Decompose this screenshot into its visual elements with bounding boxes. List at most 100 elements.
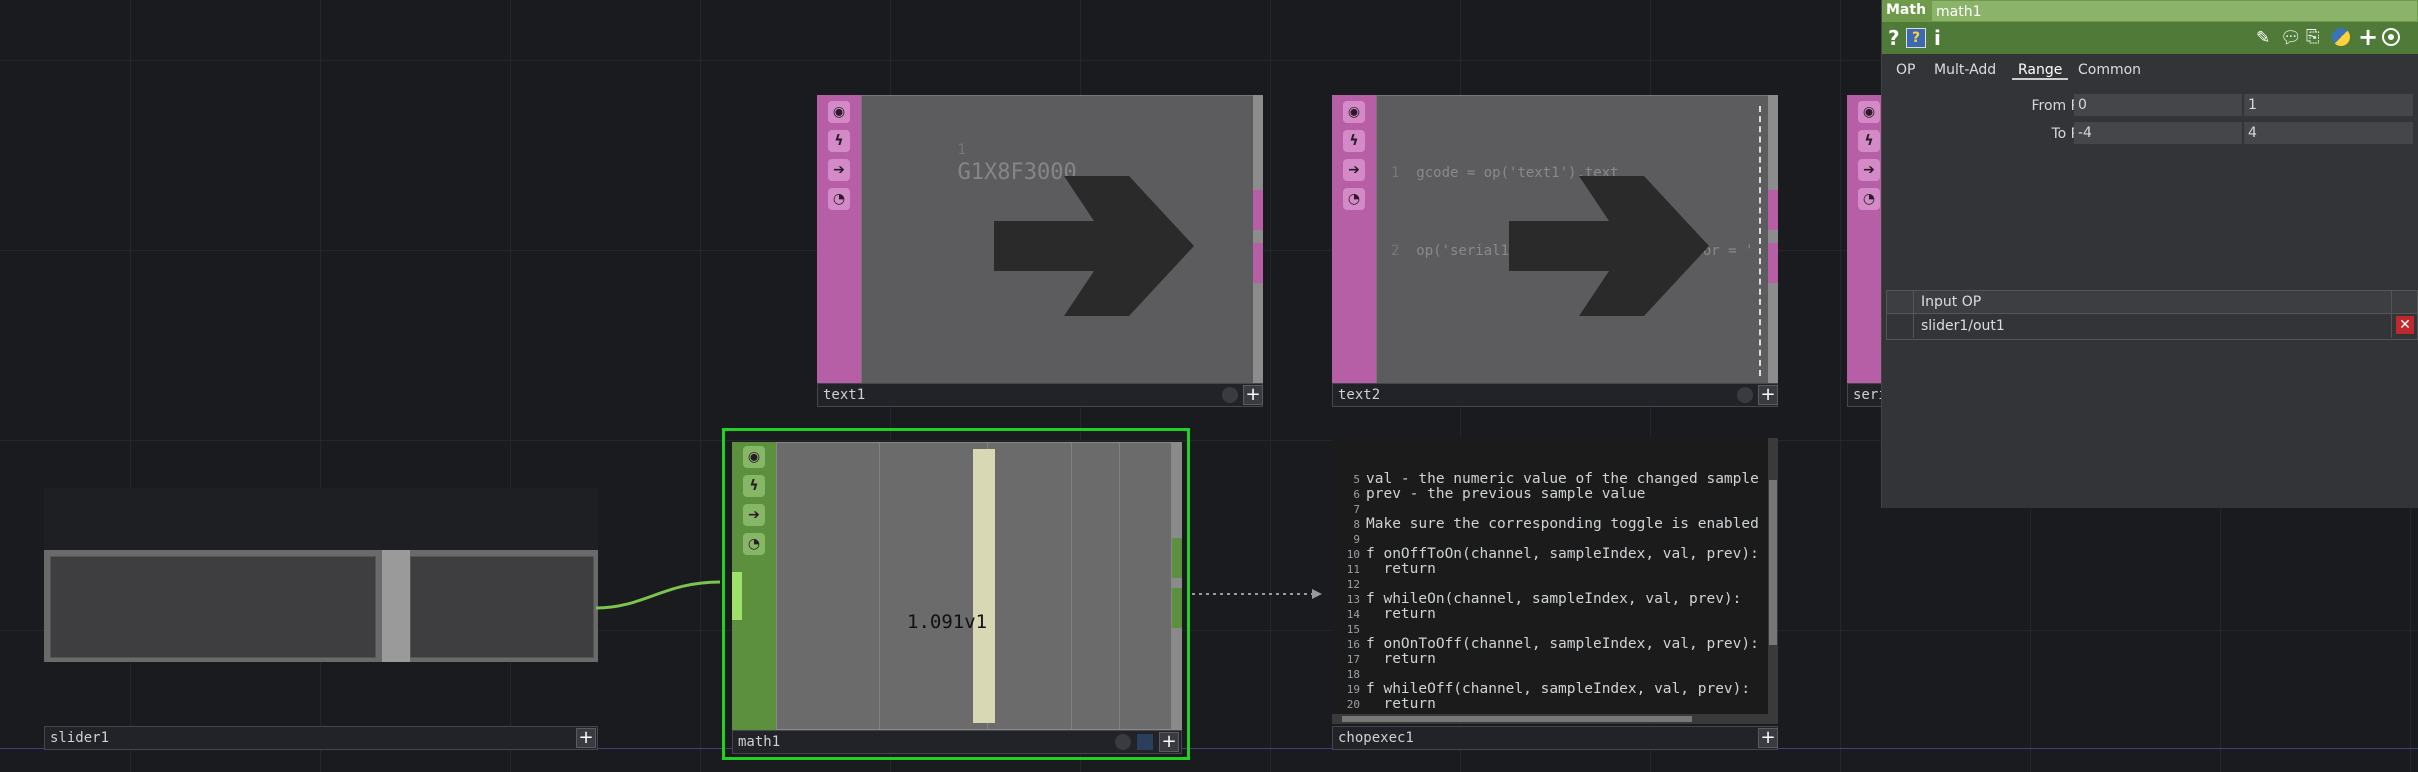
to-range-field-2[interactable]: 4 (2244, 122, 2413, 144)
info-icon[interactable]: i (1934, 26, 1941, 50)
text1-node[interactable]: ◉ ϟ ➔ ◔ 1 G1X8F3000 text1 + (817, 95, 1263, 407)
math1-viewer[interactable]: 1.091v1 (776, 442, 1172, 730)
render-icon[interactable]: ◔ (1858, 188, 1880, 210)
expand-button[interactable]: + (1758, 385, 1778, 405)
line-text: Make sure the corresponding toggle is en… (1366, 516, 1759, 532)
slider1-label[interactable]: slider1 (44, 726, 598, 750)
text2-scrollbar[interactable] (1768, 95, 1778, 385)
line-number: 13 (1346, 593, 1360, 606)
line-number: 1 (957, 142, 966, 158)
lock-icon[interactable]: ϟ (743, 475, 765, 497)
text2-viewer[interactable]: 1 gcode = op('text1').text 2 op('serial1… (1376, 95, 1778, 385)
line-text: f onOnToOff(channel, sampleIndex, val, p… (1366, 636, 1759, 652)
code-line: 15 (1332, 622, 1776, 637)
bypass-icon[interactable]: ◉ (1343, 101, 1365, 123)
chopexec1-node[interactable]: 5 val - the numeric value of the changed … (1332, 438, 1778, 750)
parameter-panel: Math math1 ? ? i ✎ 💬︎ ⎘ + OP Mult-Add Ra… (1881, 0, 2418, 508)
math1-node[interactable]: ◉ ϟ ➔ ◔ 1.091v1 math1 + (722, 428, 1190, 760)
code-line: 16 f onOnToOff(channel, sampleIndex, val,… (1332, 637, 1776, 652)
python-icon[interactable] (2332, 28, 2350, 46)
text2-label[interactable]: text2 (1332, 383, 1778, 407)
chopexec1-viewer[interactable]: 5 val - the numeric value of the changed … (1332, 438, 1778, 724)
help-icon[interactable]: ? (1888, 26, 1900, 50)
arrow-icon (1509, 176, 1709, 316)
viewer-toggle-icon[interactable] (1115, 734, 1131, 750)
math1-scrollbar[interactable] (1172, 442, 1182, 730)
python-help-icon[interactable]: ? (1906, 28, 1926, 48)
edit-icon[interactable]: ✎ (2256, 28, 2270, 48)
text2-node[interactable]: ◉ ϟ ➔ ◔ 1 gcode = op('text1').text 2 op(… (1332, 95, 1778, 407)
add-icon[interactable]: + (2358, 23, 2378, 51)
lock-icon[interactable]: ϟ (1858, 130, 1880, 152)
math1-sidebar: ◉ ϟ ➔ ◔ (732, 442, 776, 730)
line-text: f whileOn(channel, sampleIndex, val, pre… (1366, 591, 1742, 607)
code-line: 7 (1332, 502, 1776, 517)
line-number: 17 (1346, 653, 1360, 666)
lock-icon[interactable]: ϟ (1343, 130, 1365, 152)
render-icon[interactable]: ◔ (743, 533, 765, 555)
to-range-field-1[interactable]: -4 (2074, 122, 2242, 144)
bypass-icon[interactable]: ◉ (828, 101, 850, 123)
display-icon[interactable]: ➔ (1343, 159, 1365, 181)
line-number: 16 (1346, 638, 1360, 651)
line-number: 5 (1353, 473, 1360, 486)
clone-icon[interactable]: ⎘ (2306, 27, 2320, 47)
expand-button[interactable]: + (1159, 732, 1179, 752)
remove-input-icon[interactable]: ✕ (2396, 316, 2414, 334)
bypass-icon[interactable]: ◉ (743, 446, 765, 468)
text1-viewer[interactable]: 1 G1X8F3000 (861, 95, 1263, 385)
code-line: 14 return (1332, 607, 1776, 622)
code-line: 10 f onOffToOn(channel, sampleIndex, val,… (1332, 547, 1776, 562)
comment-icon[interactable]: 💬︎ (2280, 28, 2302, 48)
expand-button[interactable]: + (1758, 728, 1778, 748)
expand-button[interactable]: + (1243, 385, 1263, 405)
slider1-node[interactable]: slider1 + (44, 488, 598, 750)
bypass-icon[interactable]: ◉ (1858, 101, 1880, 123)
arrow-icon (994, 176, 1194, 316)
input-connector[interactable] (732, 572, 742, 620)
line-number: 10 (1346, 548, 1360, 561)
from-range-field-2[interactable]: 1 (2244, 94, 2413, 116)
input-op-path[interactable]: slider1/out1 (1921, 318, 2005, 334)
tab-range[interactable]: Range (2012, 62, 2069, 80)
lock-icon[interactable]: ϟ (828, 130, 850, 152)
line-text: f whileOff(channel, sampleIndex, val, pr… (1366, 681, 1751, 697)
from-range-field-1[interactable]: 0 (2074, 94, 2242, 116)
line-text: return (1366, 561, 1436, 577)
render-icon[interactable]: ◔ (828, 188, 850, 210)
display-icon[interactable]: ➔ (828, 159, 850, 181)
viewer-icon[interactable] (2382, 28, 2400, 46)
code-line: 12 (1332, 577, 1776, 592)
chopexec1-hscroll[interactable] (1332, 714, 1768, 724)
display-icon[interactable]: ➔ (743, 504, 765, 526)
tab-mult-add[interactable]: Mult-Add (1934, 62, 1996, 78)
slider1-viewer[interactable] (44, 488, 598, 662)
input-row[interactable]: slider1/out1 ✕ (1887, 314, 2417, 338)
panel-tabs: OP Mult-Add Range Common (1882, 56, 2418, 84)
code-line: 9 (1332, 532, 1776, 547)
line-number: 12 (1346, 578, 1360, 591)
chopexec1-label[interactable]: chopexec1 (1332, 726, 1778, 750)
text1-scrollbar[interactable] (1253, 95, 1263, 385)
viewer-toggle-icon[interactable] (1737, 387, 1753, 403)
code-line: 20 return (1332, 697, 1776, 712)
chopexec1-vscroll[interactable] (1768, 438, 1778, 724)
tab-common[interactable]: Common (2078, 62, 2141, 78)
op-name-field[interactable]: math1 (1932, 1, 2417, 21)
tab-op[interactable]: OP (1896, 62, 1915, 78)
text1-label[interactable]: text1 (817, 383, 1263, 407)
code-line: 13 f whileOn(channel, sampleIndex, val, p… (1332, 592, 1776, 607)
chopexec1-code: 5 val - the numeric value of the changed … (1332, 442, 1776, 725)
line-number: 20 (1346, 698, 1360, 711)
expand-button[interactable]: + (576, 728, 596, 748)
line-number: 19 (1346, 683, 1360, 696)
display-icon[interactable]: ➔ (1858, 159, 1880, 181)
render-icon[interactable]: ◔ (1343, 188, 1365, 210)
param-to-range: To Range -4 4 (1882, 122, 2418, 148)
line-text: return (1366, 606, 1436, 622)
channel-name: v1 (964, 611, 988, 633)
cook-icon[interactable] (1137, 734, 1153, 750)
code-line: 17 return (1332, 652, 1776, 667)
slider-handle[interactable] (382, 550, 410, 662)
viewer-toggle-icon[interactable] (1222, 387, 1238, 403)
